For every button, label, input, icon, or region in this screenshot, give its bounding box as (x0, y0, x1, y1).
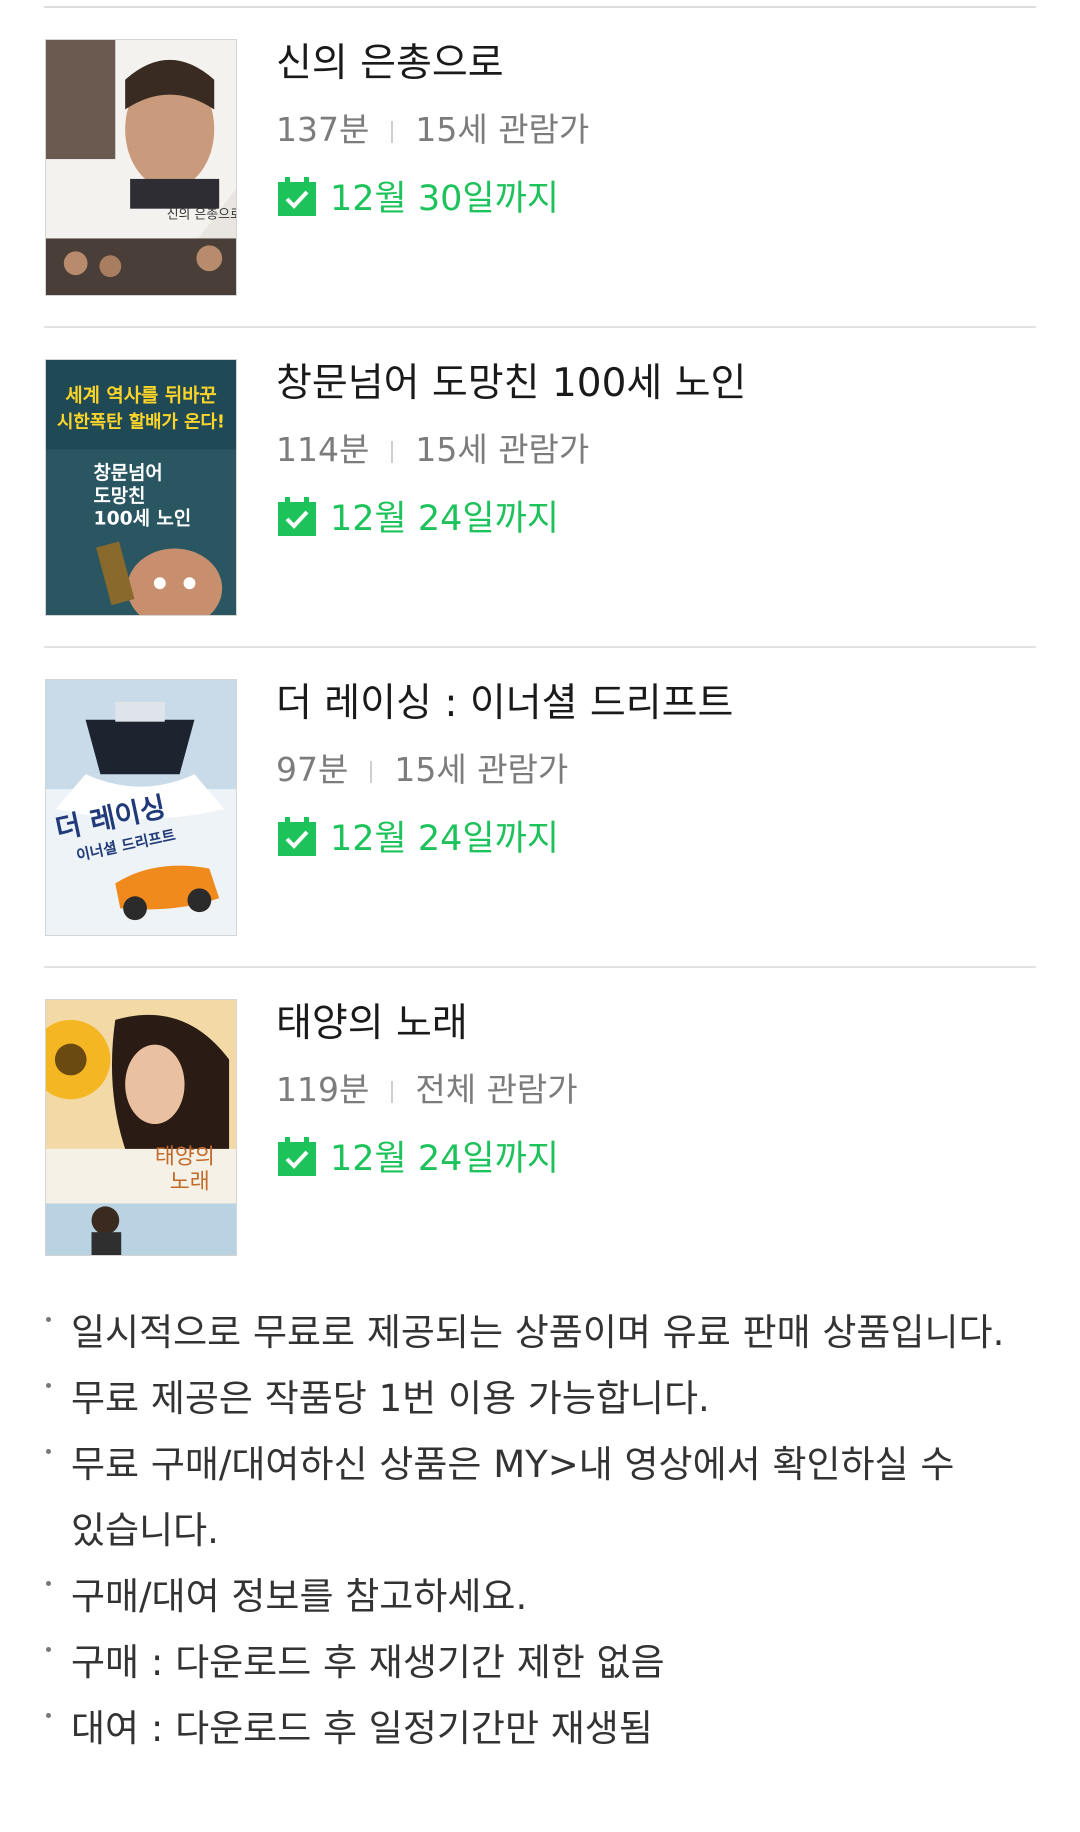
movie-poster[interactable]: 태양의 노래 (45, 999, 237, 1256)
deadline-text: 12월 24일까지 (330, 499, 559, 539)
free-deadline: 12월 30일까지 (276, 176, 559, 220)
calendar-check-icon (278, 817, 316, 856)
deadline-text: 12월 30일까지 (330, 179, 559, 219)
notice-text: 대여 : 다운로드 후 일정기간만 재생됨 (71, 1707, 653, 1750)
meta-separator (391, 121, 394, 143)
poster-image: 더 레이싱 이너셜 드리프트 (46, 680, 236, 935)
poster-title: 노래 (170, 1169, 210, 1194)
bullet-dot (46, 1647, 51, 1652)
movie-poster[interactable]: 더 레이싱 이너셜 드리프트 (45, 679, 237, 936)
poster-title: 신의 은총으로 (167, 208, 236, 223)
notice-item: 대여 : 다운로드 후 일정기간만 재생됨 (44, 1696, 1044, 1762)
movie-title[interactable]: 창문넘어 도망친 100세 노인 (276, 360, 746, 408)
movie-item[interactable]: 더 레이싱 이너셜 드리프트 더 레이싱 : 이너셜 드리프트 97분 15세 관… (0, 648, 1080, 968)
free-deadline: 12월 24일까지 (276, 1136, 559, 1180)
movie-meta: 119분 전체 관람가 (276, 1070, 578, 1110)
bullet-dot (46, 1383, 51, 1388)
notice-text: 구매 : 다운로드 후 재생기간 제한 없음 (71, 1641, 665, 1684)
notice-item: 구매/대여 정보를 참고하세요. (44, 1564, 1044, 1630)
movie-meta: 137분 15세 관람가 (276, 110, 589, 150)
notice-text: 구매/대여 정보를 참고하세요. (71, 1575, 528, 1618)
movie-item[interactable]: 신의 은총으로 신의 은총으로 137분 15세 관람가 12월 30일까지 (0, 8, 1080, 328)
free-deadline: 12월 24일까지 (276, 816, 559, 860)
movie-list: 신의 은총으로 신의 은총으로 137분 15세 관람가 12월 30일까지 세계… (0, 8, 1080, 1288)
meta-separator (391, 1081, 394, 1103)
poster-title: 창문넘어 (94, 462, 163, 484)
movie-rating: 15세 관람가 (415, 430, 590, 469)
bullet-dot (46, 1449, 51, 1454)
calendar-check-icon (278, 1137, 316, 1176)
notice-item: 무료 제공은 작품당 1번 이용 가능합니다. (44, 1366, 1044, 1432)
deadline-text: 12월 24일까지 (330, 1139, 559, 1179)
poster-image: 세계 역사를 뒤바꾼 시한폭탄 할배가 온다! 창문넘어 도망친 100세 노인 (46, 360, 236, 615)
poster-title: 100세 노인 (94, 508, 192, 530)
movie-poster[interactable]: 세계 역사를 뒤바꾼 시한폭탄 할배가 온다! 창문넘어 도망친 100세 노인 (45, 359, 237, 616)
poster-image: 태양의 노래 (46, 1000, 236, 1255)
notice-list: 일시적으로 무료로 제공되는 상품이며 유료 판매 상품입니다. 무료 제공은 … (44, 1300, 1044, 1762)
movie-meta: 114분 15세 관람가 (276, 430, 589, 470)
movie-item[interactable]: 태양의 노래 태양의 노래 119분 전체 관람가 12월 24일까지 (0, 968, 1080, 1288)
poster-image: 신의 은총으로 (46, 40, 236, 295)
free-deadline: 12월 24일까지 (276, 496, 559, 540)
calendar-check-icon (278, 177, 316, 216)
notice-item: 일시적으로 무료로 제공되는 상품이며 유료 판매 상품입니다. (44, 1300, 1044, 1366)
movie-duration: 119분 (276, 1070, 370, 1109)
movie-duration: 114분 (276, 430, 370, 469)
movie-meta: 97분 15세 관람가 (276, 750, 568, 790)
meta-separator (370, 761, 373, 783)
bullet-dot (46, 1317, 51, 1322)
notice-text: 일시적으로 무료로 제공되는 상품이며 유료 판매 상품입니다. (71, 1311, 1005, 1354)
bullet-dot (46, 1713, 51, 1718)
movie-title[interactable]: 신의 은총으로 (276, 40, 504, 88)
poster-title: 태양의 (155, 1145, 215, 1170)
poster-title: 도망친 (94, 485, 146, 507)
notice-item: 무료 구매/대여하신 상품은 MY>내 영상에서 확인하실 수 있습니다. (44, 1432, 1044, 1564)
bullet-dot (46, 1581, 51, 1586)
movie-duration: 97분 (276, 750, 349, 789)
movie-item[interactable]: 세계 역사를 뒤바꾼 시한폭탄 할배가 온다! 창문넘어 도망친 100세 노인… (0, 328, 1080, 648)
meta-separator (391, 441, 394, 463)
notice-item: 구매 : 다운로드 후 재생기간 제한 없음 (44, 1630, 1044, 1696)
deadline-text: 12월 24일까지 (330, 819, 559, 859)
movie-duration: 137분 (276, 110, 370, 149)
movie-rating: 15세 관람가 (394, 750, 569, 789)
movie-title[interactable]: 더 레이싱 : 이너셜 드리프트 (276, 680, 733, 728)
notice-text: 무료 제공은 작품당 1번 이용 가능합니다. (71, 1377, 710, 1420)
poster-headline: 시한폭탄 할배가 온다! (57, 410, 225, 432)
movie-poster[interactable]: 신의 은총으로 (45, 39, 237, 296)
calendar-check-icon (278, 497, 316, 536)
movie-rating: 15세 관람가 (415, 110, 590, 149)
movie-title[interactable]: 태양의 노래 (276, 1000, 468, 1048)
movie-rating: 전체 관람가 (415, 1070, 578, 1109)
poster-headline: 세계 역사를 뒤바꾼 (65, 385, 216, 407)
notice-text: 무료 구매/대여하신 상품은 MY>내 영상에서 확인하실 수 있습니다. (71, 1443, 955, 1552)
